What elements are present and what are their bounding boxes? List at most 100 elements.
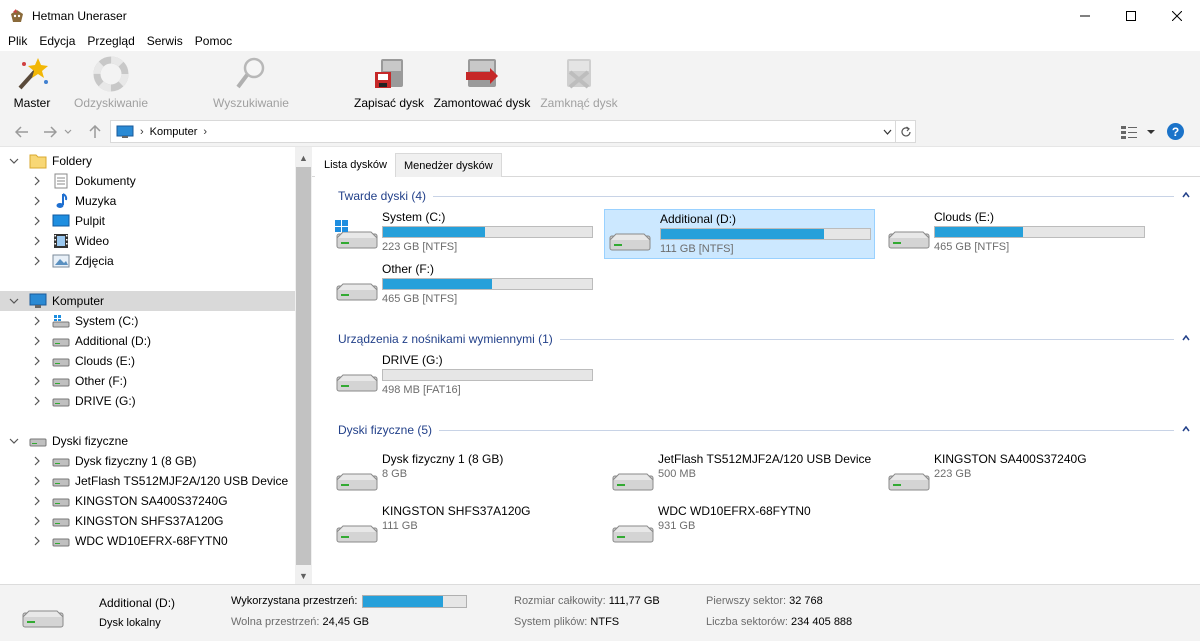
disk-name: Clouds (E:) (934, 210, 995, 224)
arrow-right-icon (44, 126, 57, 138)
chevron-right-icon[interactable] (32, 516, 42, 526)
menu-edit[interactable]: Edycja (33, 34, 81, 48)
history-dropdown[interactable] (62, 122, 74, 142)
close-disk-button[interactable]: Zamknąć dysk (540, 51, 618, 118)
master-button[interactable]: Master (12, 51, 52, 118)
tree-item-video[interactable]: Wideo (0, 231, 295, 251)
tree-item-documents[interactable]: Dokumenty (0, 171, 295, 191)
disk-tile-e[interactable]: Clouds (E:) 465 GB [NTFS] (884, 208, 1155, 258)
tree-item-desktop[interactable]: Pulpit (0, 211, 295, 231)
chevron-right-icon[interactable] (32, 376, 42, 386)
physical-disk-tile-5[interactable]: WDC WD10EFRX-68FYTN0 931 GB (608, 502, 879, 552)
tree-item-drive-c[interactable]: System (C:) (0, 311, 295, 331)
menu-view[interactable]: Przegląd (81, 34, 140, 48)
menu-service[interactable]: Serwis (141, 34, 189, 48)
drive-icon (52, 378, 70, 387)
tree-item-drive-f[interactable]: Other (F:) (0, 371, 295, 391)
recovery-button[interactable]: Odzyskiwanie (74, 51, 148, 118)
breadcrumb-separator[interactable]: › (203, 126, 207, 138)
mount-disk-label: Zamontować dysk (433, 96, 531, 110)
disk-tile-c[interactable]: System (C:) 223 GB [NTFS] (332, 208, 603, 258)
chevron-right-icon[interactable] (32, 336, 42, 346)
physical-disk-tile-4[interactable]: KINGSTON SHFS37A120G 111 GB (332, 502, 603, 552)
collapse-icon[interactable] (1182, 335, 1190, 341)
status-sectors-label: Liczba sektorów: (706, 616, 788, 628)
chevron-right-icon[interactable] (32, 236, 42, 246)
disk-name: WDC WD10EFRX-68FYTN0 (658, 504, 811, 518)
minimize-button[interactable] (1062, 0, 1108, 31)
chevron-down-icon[interactable] (9, 296, 19, 306)
refresh-button[interactable] (895, 121, 915, 142)
disk-info: 465 GB [NTFS] (934, 241, 1010, 253)
usage-fill (935, 227, 1023, 237)
chevron-down-icon[interactable] (9, 436, 19, 446)
magnifier-icon (236, 57, 265, 89)
usage-fill (383, 279, 492, 289)
drive-icon (609, 233, 651, 251)
physical-disk-tile-2[interactable]: JetFlash TS512MJF2A/120 USB Device 500 M… (608, 450, 879, 500)
tree-item-physical-5[interactable]: WDC WD10EFRX-68FYTN0 (0, 531, 295, 551)
breadcrumb-computer[interactable]: Komputer (150, 126, 198, 138)
tree-node-physical[interactable]: Dyski fizyczne (0, 431, 295, 451)
close-button[interactable] (1154, 0, 1200, 31)
maximize-icon (1126, 10, 1136, 21)
save-disk-button[interactable]: Zapisać dysk (354, 51, 424, 118)
group-title: Dyski fizyczne (5) (338, 423, 433, 437)
view-mode-button[interactable] (1120, 124, 1160, 140)
maximize-button[interactable] (1108, 0, 1154, 31)
back-button[interactable] (12, 122, 32, 142)
chevron-right-icon[interactable] (32, 176, 42, 186)
tree-item-music[interactable]: Muzyka (0, 191, 295, 211)
usage-bar (382, 226, 593, 238)
disk-tile-g[interactable]: DRIVE (G:) 498 MB [FAT16] (332, 351, 603, 401)
tree-item-drive-e[interactable]: Clouds (E:) (0, 351, 295, 371)
mount-disk-button[interactable]: Zamontować dysk (432, 51, 532, 118)
disk-tile-f[interactable]: Other (F:) 465 GB [NTFS] (332, 260, 603, 310)
collapse-icon[interactable] (1182, 192, 1190, 198)
scrollbar-thumb[interactable] (296, 167, 311, 565)
disk-tile-d[interactable]: Additional (D:) 111 GB [NTFS] (604, 209, 875, 259)
tree-item-physical-4[interactable]: KINGSTON SHFS37A120G (0, 511, 295, 531)
menu-file[interactable]: Plik (2, 34, 33, 48)
tree-item-physical-1[interactable]: Dysk fizyczny 1 (8 GB) (0, 451, 295, 471)
physical-disk-tile-1[interactable]: Dysk fizyczny 1 (8 GB) 8 GB (332, 450, 603, 500)
physical-disk-tile-3[interactable]: KINGSTON SA400S37240G 223 GB (884, 450, 1155, 500)
search-button[interactable]: Wyszukiwanie (212, 51, 290, 118)
tree-item-drive-g[interactable]: DRIVE (G:) (0, 391, 295, 411)
tree-item-pictures[interactable]: Zdjęcia (0, 251, 295, 271)
tree-item-drive-d[interactable]: Additional (D:) (0, 331, 295, 351)
status-usage-bar (362, 595, 467, 608)
tree-item-physical-3[interactable]: KINGSTON SA400S37240G (0, 491, 295, 511)
tree-label: Komputer (52, 294, 105, 308)
chevron-down-icon[interactable] (9, 156, 19, 166)
chevron-right-icon[interactable] (32, 476, 42, 486)
help-button[interactable]: ? (1167, 123, 1184, 140)
address-dropdown[interactable] (880, 124, 894, 140)
chevron-right-icon[interactable] (32, 216, 42, 226)
chevron-right-icon[interactable] (32, 356, 42, 366)
group-divider (439, 429, 1174, 431)
chevron-right-icon[interactable] (32, 256, 42, 266)
chevron-right-icon[interactable] (32, 496, 42, 506)
tree-scrollbar[interactable]: ▲ ▼ (295, 147, 312, 585)
chevron-right-icon[interactable] (32, 196, 42, 206)
up-button[interactable] (85, 122, 105, 142)
chevron-right-icon[interactable] (32, 396, 42, 406)
chevron-right-icon[interactable] (32, 456, 42, 466)
tree-item-physical-2[interactable]: JetFlash TS512MJF2A/120 USB Device (0, 471, 295, 491)
tab-disk-list[interactable]: Lista dysków (315, 152, 396, 177)
chevron-right-icon[interactable] (32, 316, 42, 326)
usage-bar (382, 278, 593, 290)
collapse-icon[interactable] (1182, 426, 1190, 432)
desktop-icon (52, 214, 70, 227)
tab-disk-manager[interactable]: Menedżer dysków (395, 153, 502, 177)
scroll-up-icon[interactable]: ▲ (295, 149, 312, 166)
menu-help[interactable]: Pomoc (189, 34, 238, 48)
address-bar[interactable]: › Komputer › (110, 120, 916, 143)
scroll-down-icon[interactable]: ▼ (295, 567, 312, 584)
tree-node-computer[interactable]: Komputer (0, 291, 295, 311)
chevron-right-icon[interactable] (32, 536, 42, 546)
folder-icon (29, 154, 47, 169)
forward-button[interactable] (40, 122, 60, 142)
tree-node-folders[interactable]: Foldery (0, 151, 295, 171)
